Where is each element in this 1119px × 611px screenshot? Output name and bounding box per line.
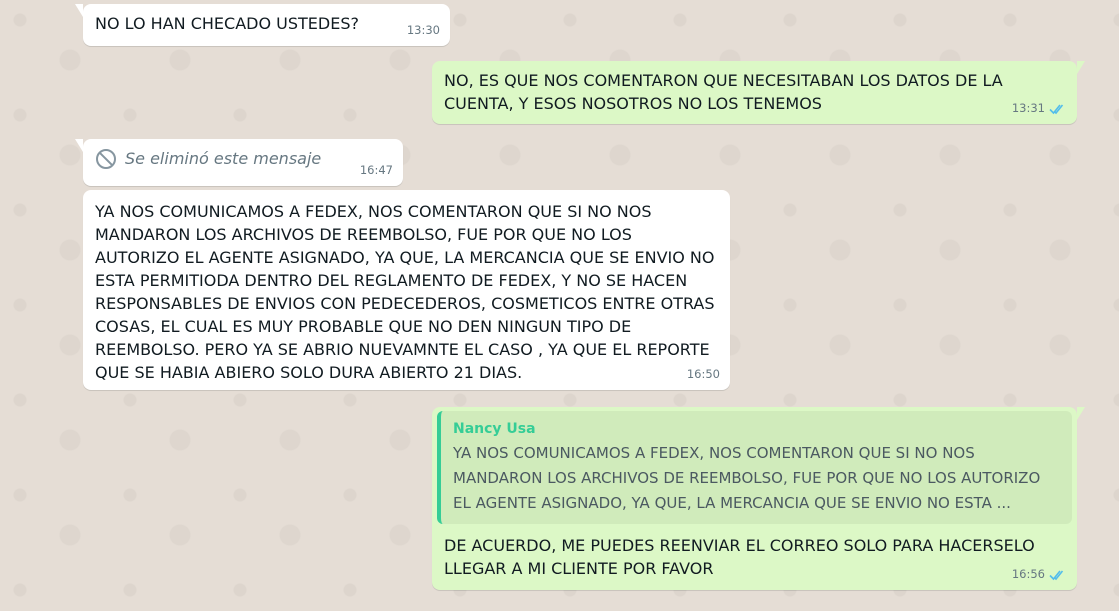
message-meta: 13:30: [407, 19, 440, 42]
message-text: YA NOS COMUNICAMOS A FEDEX, NOS COMENTAR…: [95, 202, 715, 382]
quote-text: YA NOS COMUNICAMOS A FEDEX, NOS COMENTAR…: [453, 444, 1041, 512]
quoted-message[interactable]: Nancy Usa YA NOS COMUNICAMOS A FEDEX, NO…: [437, 411, 1072, 524]
outgoing-message[interactable]: NO, ES QUE NOS COMENTARON QUE NECESITABA…: [432, 61, 1085, 124]
deleted-text: Se eliminó este mensaje: [125, 149, 322, 168]
double-check-icon: [1049, 103, 1064, 114]
no-entry-icon: [96, 148, 116, 169]
message-time: 16:50: [686, 367, 720, 381]
message-meta: 16:47: [360, 159, 393, 182]
message-text: DE ACUERDO, ME PUEDES REENVIAR EL CORREO…: [444, 536, 1035, 578]
message-meta: 13:31: [1012, 97, 1067, 120]
deleted-message[interactable]: Se eliminó este mensaje 16:47: [75, 139, 403, 186]
message-time: 16:47: [359, 163, 393, 177]
double-check-icon: [1049, 569, 1064, 580]
message-text: NO LO HAN CHECADO USTEDES?: [95, 14, 359, 33]
message-time: 13:30: [406, 23, 440, 37]
outgoing-reply-message[interactable]: Nancy Usa YA NOS COMUNICAMOS A FEDEX, NO…: [432, 407, 1085, 590]
deleted-notice: Se eliminó este mensaje: [95, 147, 391, 170]
message-meta: 16:50: [687, 363, 720, 386]
message-time: 13:31: [1011, 101, 1045, 115]
incoming-message[interactable]: NO LO HAN CHECADO USTEDES? 13:30: [75, 4, 450, 46]
incoming-message[interactable]: YA NOS COMUNICAMOS A FEDEX, NOS COMENTAR…: [83, 190, 730, 390]
message-time: 16:56: [1011, 567, 1045, 581]
quote-author: Nancy Usa: [453, 421, 536, 437]
message-text: NO, ES QUE NOS COMENTARON QUE NECESITABA…: [444, 71, 1003, 113]
message-meta: 16:56: [1012, 563, 1067, 586]
